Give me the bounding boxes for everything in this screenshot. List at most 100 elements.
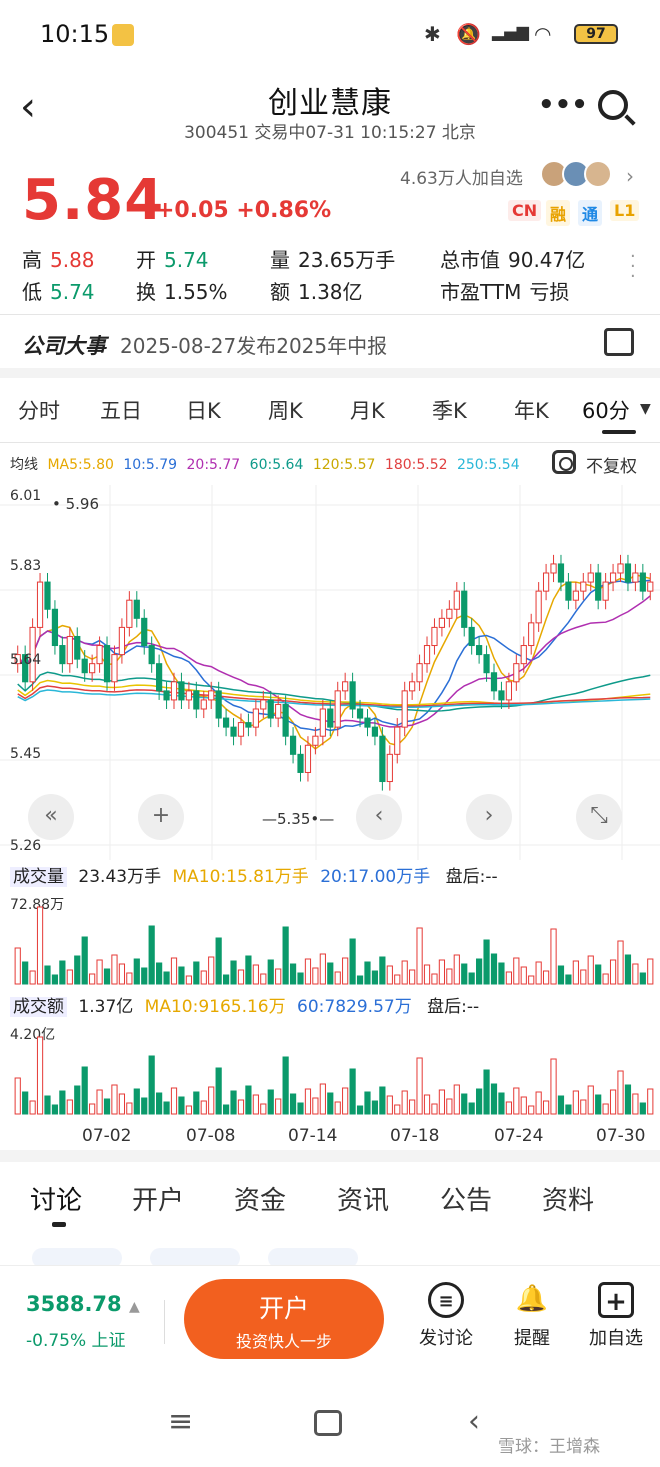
candle: [126, 599, 133, 628]
fullscreen-button[interactable]: ⤡: [576, 794, 622, 840]
x-label: 07-02: [82, 1126, 132, 1146]
zoom-in-button[interactable]: +: [138, 794, 184, 840]
volume-bar: [528, 1105, 535, 1115]
candle: [327, 708, 334, 728]
index-value[interactable]: 3588.78 ▲: [26, 1292, 140, 1316]
settings-gear-icon[interactable]: [552, 450, 576, 474]
stat-low: 低 5.74: [22, 280, 95, 304]
tab-weekly-k[interactable]: 周K: [268, 395, 303, 425]
tab-news[interactable]: 资讯: [337, 1180, 389, 1217]
candle: [74, 635, 81, 660]
volume-bar: [252, 1094, 259, 1115]
volume-bar: [453, 1084, 460, 1115]
volume-bar: [133, 958, 140, 985]
more-menu-icon[interactable]: •••: [538, 90, 588, 120]
candle: [237, 722, 245, 737]
tab-monthly-k[interactable]: 月K: [350, 395, 385, 425]
volume-bar: [185, 975, 192, 985]
tab-profile[interactable]: 资料: [542, 1180, 594, 1217]
volume-bar: [334, 1101, 341, 1115]
candlestick-chart[interactable]: [0, 485, 660, 860]
index-change[interactable]: -0.75% 上证: [26, 1326, 126, 1351]
y-label-3: 5.64: [10, 652, 42, 668]
volume-bar: [528, 975, 535, 985]
volume-bar: [312, 1097, 319, 1115]
volume-bar: [126, 1102, 133, 1115]
tab-quarterly-k[interactable]: 季K: [432, 395, 467, 425]
more-stats-icon[interactable]: · · ·: [630, 248, 636, 286]
event-text[interactable]: 2025-08-27发布2025年中报: [120, 330, 387, 359]
tab-60min[interactable]: 60分: [582, 395, 630, 425]
scroll-right-button[interactable]: ›: [466, 794, 512, 840]
volume-bar: [170, 1087, 178, 1115]
tab-announcements[interactable]: 公告: [440, 1180, 492, 1217]
volume-bar: [260, 973, 267, 985]
volume-bar: [624, 1084, 632, 1115]
volume-bar: [409, 969, 416, 985]
volume-bar: [22, 1091, 29, 1115]
volume-bar: [156, 1092, 163, 1115]
tab-funds[interactable]: 资金: [234, 1180, 286, 1217]
volume-bar: [476, 958, 483, 985]
volume-bar: [461, 1093, 468, 1115]
volume-bar: [200, 1100, 207, 1115]
event-title[interactable]: 公司大事: [22, 330, 106, 360]
candle: [163, 690, 170, 701]
candle: [602, 581, 609, 601]
search-icon[interactable]: [598, 90, 628, 120]
add-square-icon: +: [598, 1282, 634, 1318]
volume-bar: [386, 965, 393, 985]
volume-bar: [319, 1083, 326, 1115]
volume-bar: [14, 947, 21, 985]
volume-bar: [580, 969, 587, 985]
chevron-right-icon[interactable]: ›: [626, 164, 634, 188]
tab-intraday[interactable]: 分时: [18, 395, 60, 425]
tab-five-day[interactable]: 五日: [100, 395, 142, 425]
adjust-mode[interactable]: 不复权: [586, 452, 637, 477]
volume-bar: [617, 940, 624, 985]
calendar-icon[interactable]: [604, 328, 634, 356]
volume-bar: [632, 1093, 639, 1115]
volume-bar: [468, 972, 475, 985]
tab-daily-k[interactable]: 日K: [186, 395, 221, 425]
volume-bar: [74, 955, 81, 985]
volume-bar: [446, 1098, 453, 1115]
volume-bar: [461, 963, 468, 985]
volume-bar: [51, 974, 59, 985]
watch-count[interactable]: 4.63万人加自选: [400, 164, 523, 189]
home-icon[interactable]: [314, 1410, 342, 1436]
volume-bar: [394, 1104, 401, 1115]
candle: [461, 590, 468, 628]
reminder-button[interactable]: 🔔 提醒: [492, 1282, 572, 1350]
volume-bar: [141, 967, 148, 985]
candle: [252, 708, 259, 728]
volume-bar: [572, 1090, 579, 1115]
amount-chart[interactable]: [0, 1018, 660, 1118]
candle: [111, 654, 118, 683]
volume-bar: [304, 958, 312, 985]
volume-bar: [327, 962, 334, 985]
tag-l1: L1: [610, 200, 640, 221]
volume-bar: [237, 969, 245, 985]
candle: [81, 658, 88, 674]
dropdown-icon[interactable]: ▼: [640, 401, 651, 417]
scroll-left-fast-button[interactable]: «: [28, 794, 74, 840]
add-watchlist-button[interactable]: + 加自选: [576, 1282, 656, 1350]
menu-icon[interactable]: ≡: [168, 1404, 193, 1439]
candle: [208, 690, 215, 701]
volume-bar: [222, 1104, 230, 1115]
tab-open-account[interactable]: 开户: [132, 1180, 184, 1217]
follower-avatars[interactable]: [540, 160, 618, 190]
open-account-button[interactable]: 开户 投资快人一步: [184, 1279, 384, 1359]
scroll-left-button[interactable]: ‹: [356, 794, 402, 840]
volume-chart[interactable]: [0, 888, 660, 988]
candle: [103, 645, 111, 683]
tab-discussion[interactable]: 讨论: [30, 1180, 82, 1217]
volume-bar: [535, 1091, 542, 1115]
tab-yearly-k[interactable]: 年K: [514, 395, 549, 425]
post-discussion-button[interactable]: ≡ 发讨论: [406, 1282, 486, 1350]
volume-bar: [208, 956, 215, 985]
ma-label: 均线: [10, 457, 38, 473]
back-icon[interactable]: ‹: [468, 1404, 480, 1439]
volume-bar: [29, 970, 36, 985]
